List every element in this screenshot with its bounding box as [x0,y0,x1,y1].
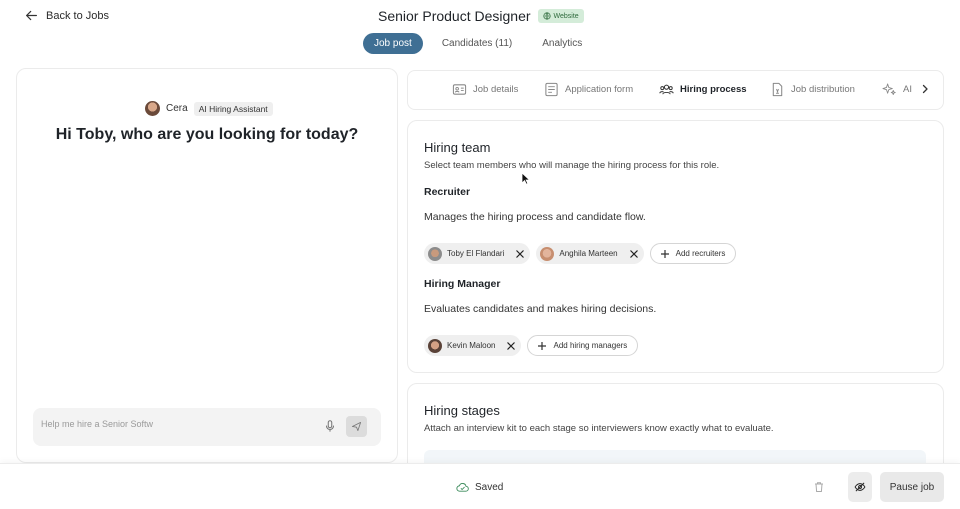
send-button[interactable] [346,416,367,437]
avatar [428,246,442,261]
microphone-icon[interactable] [323,419,337,433]
avatar [428,338,442,353]
hide-job-button[interactable] [848,472,872,502]
avatar [540,246,555,261]
main-tabs: Job post Candidates (11) Analytics [363,33,593,54]
hiring-team-card: Hiring team Select team members who will… [407,120,944,373]
subtab-application-form[interactable]: Application form [544,82,633,97]
chat-input[interactable] [41,419,291,429]
recruiter-chip: Anghila Marteen [536,243,644,264]
assistant-name: Cera [166,103,188,114]
recruiter-desc: Manages the hiring process and candidate… [424,211,646,223]
form-icon [545,82,558,97]
assistant-role-tag: AI Hiring Assistant [193,101,273,116]
chevron-right-icon[interactable] [920,84,930,94]
pause-job-button[interactable]: Pause job [880,472,944,502]
footer-bar: Saved Pause job [0,463,960,509]
badge-label: Website [553,12,579,20]
subtab-label: Job distribution [791,84,855,95]
chat-composer [33,408,381,446]
subtab-ai[interactable]: AI [882,82,912,97]
member-name: Kevin Maloon [447,341,496,350]
trash-icon[interactable] [813,481,825,493]
send-icon [351,421,362,432]
add-hiring-managers-button[interactable]: Add hiring managers [527,335,639,356]
member-name: Toby El Flandari [447,249,505,258]
tab-job-post[interactable]: Job post [363,33,423,54]
back-to-jobs-link[interactable]: Back to Jobs [25,9,109,22]
subtab-job-distribution[interactable]: Job distribution [770,82,855,97]
assistant-header: Cera AI Hiring Assistant [145,101,273,116]
add-hiring-managers-label: Add hiring managers [553,341,628,350]
globe-icon [542,12,551,20]
subtab-label: Hiring process [680,84,747,95]
hiring-stages-card: Hiring stages Attach an interview kit to… [407,383,944,473]
plus-icon [660,249,669,258]
recruiter-title: Recruiter [424,186,471,198]
close-icon[interactable] [515,249,525,259]
hiring-manager-chip: Kevin Maloon [424,335,522,356]
subtab-label: Job details [473,84,519,95]
job-title: Senior Product Designer [378,8,531,24]
recruiter-list: Toby El Flandari Anghila Marteen Add rec… [424,243,737,264]
hiring-stages-title: Hiring stages [424,403,500,418]
add-recruiters-button[interactable]: Add recruiters [649,243,737,264]
sparkle-icon [882,83,896,95]
hiring-team-title: Hiring team [424,140,491,155]
hiring-manager-list: Kevin Maloon Add hiring managers [424,335,639,356]
cloud-check-icon [456,483,469,492]
recruiter-chip: Toby El Flandari [424,243,531,264]
hiring-team-subtitle: Select team members who will manage the … [424,160,720,171]
subtab-label: Application form [565,84,634,95]
assistant-greeting: Hi Toby, who are you looking for today? [55,126,359,143]
subtab-hiring-process[interactable]: Hiring process [659,82,747,97]
close-icon[interactable] [506,341,516,351]
hiring-manager-desc: Evaluates candidates and makes hiring de… [424,303,657,315]
document-icon [772,82,783,97]
plus-icon [538,341,547,350]
job-post-subtabs: Job details Application form Hiring proc… [407,70,944,110]
hiring-manager-title: Hiring Manager [424,278,501,290]
tab-candidates[interactable]: Candidates (11) [431,33,523,54]
assistant-avatar [145,101,160,116]
close-icon[interactable] [629,249,639,259]
subtab-label: AI [903,84,912,95]
save-status: Saved [456,481,503,494]
member-name: Anghila Marteen [559,249,618,258]
mouse-cursor-icon [521,172,530,185]
website-badge: Website [537,9,584,23]
add-recruiters-label: Add recruiters [675,249,726,258]
assistant-panel: Cera AI Hiring Assistant Hi Toby, who ar… [16,68,398,463]
back-label: Back to Jobs [46,9,109,22]
hiring-stages-subtitle: Attach an interview kit to each stage so… [424,423,774,434]
team-icon [659,84,674,95]
arrow-left-icon [26,10,37,21]
subtab-job-details[interactable]: Job details [452,82,518,97]
id-card-icon [452,84,467,95]
tab-analytics[interactable]: Analytics [531,33,593,54]
eye-off-icon [854,482,866,492]
save-status-label: Saved [475,482,504,493]
